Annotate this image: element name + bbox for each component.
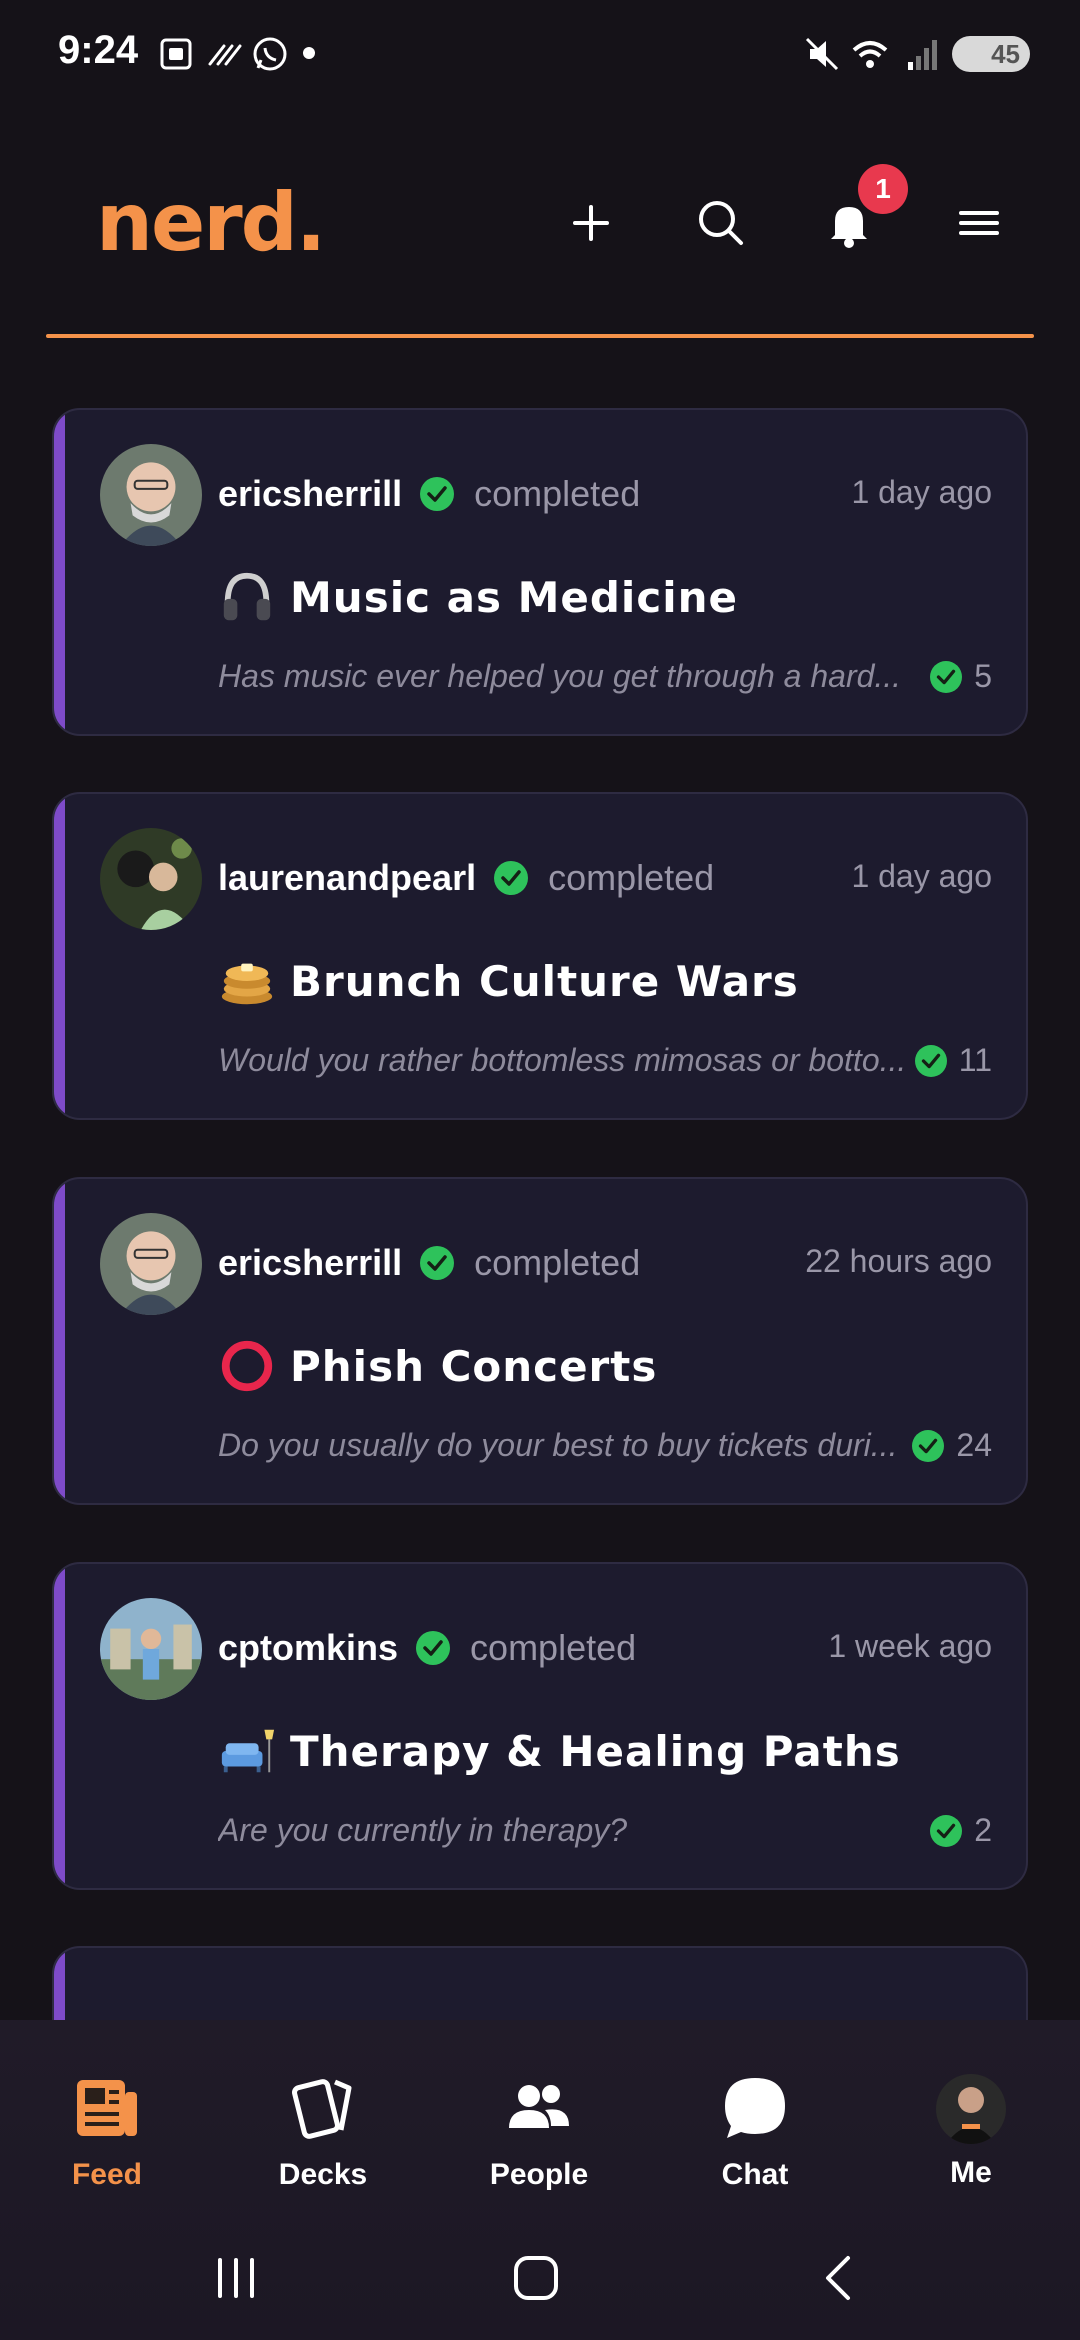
count-value: 11	[958, 1042, 992, 1078]
couch-lamp-icon	[218, 1722, 276, 1780]
feed-card[interactable]: laurenandpearl completed 1 day ago Brunc…	[52, 792, 1028, 1120]
back-icon	[826, 2256, 850, 2300]
feed-card[interactable]	[52, 1946, 1028, 2020]
app-logo[interactable]: nerd.	[96, 176, 326, 269]
feed-card[interactable]: ericsherrill completed 1 day ago Music a…	[52, 408, 1028, 736]
screenshot-icon	[156, 34, 196, 74]
chat-icon	[725, 2078, 785, 2138]
status-bar: 9:24 45	[0, 0, 1080, 110]
feed-icon	[77, 2080, 137, 2136]
battery-indicator: 45	[952, 36, 1030, 72]
status-text: completed	[548, 857, 715, 898]
check-circle-icon	[930, 1814, 963, 1847]
check-circle-icon	[930, 660, 963, 693]
verified-check-icon	[420, 477, 455, 511]
system-navigation	[0, 2220, 1080, 2340]
user-avatar[interactable]	[100, 828, 202, 930]
deck-title[interactable]: Therapy & Healing Paths	[290, 1727, 901, 1776]
people-icon	[509, 2085, 569, 2128]
username[interactable]: laurenandpearl	[218, 857, 476, 899]
user-avatar[interactable]	[100, 1598, 202, 1700]
signal-wave-icon	[204, 34, 244, 74]
check-circle-icon	[914, 1044, 947, 1077]
count-value: 2	[974, 1812, 992, 1848]
whatsapp-icon	[250, 34, 290, 74]
menu-button[interactable]	[946, 190, 1012, 256]
status-text: completed	[474, 473, 641, 514]
nav-decks[interactable]: Decks	[238, 2070, 408, 2220]
timestamp: 22 hours ago	[805, 1243, 992, 1279]
user-avatar[interactable]	[100, 444, 202, 546]
timestamp: 1 day ago	[851, 858, 992, 894]
verified-check-icon	[494, 861, 529, 895]
username[interactable]: cptomkins	[218, 1627, 398, 1669]
home-icon	[514, 2256, 558, 2300]
nav-feed[interactable]: Feed	[22, 2070, 192, 2220]
deck-description: Are you currently in therapy?	[218, 1812, 628, 1848]
feed-card[interactable]: cptomkins completed 1 week ago Therapy &…	[52, 1562, 1028, 1890]
decks-icon	[292, 2079, 352, 2139]
back-button[interactable]	[810, 2248, 870, 2308]
completion-count: 11	[914, 1042, 992, 1079]
recents-icon	[218, 2258, 254, 2298]
avatar	[936, 2074, 1006, 2144]
card-accent-bar	[54, 1179, 65, 1503]
recent-apps-button[interactable]	[206, 2248, 266, 2308]
timestamp: 1 week ago	[828, 1628, 992, 1664]
nav-label: Feed	[71, 2158, 143, 2191]
dot-icon	[302, 46, 316, 60]
add-button[interactable]	[558, 190, 624, 256]
username[interactable]: ericsherrill	[218, 1242, 402, 1284]
nav-people[interactable]: People	[454, 2070, 624, 2220]
card-accent-bar	[54, 1564, 65, 1888]
search-icon	[699, 201, 743, 245]
card-accent-bar	[54, 410, 65, 734]
nav-label: People	[489, 2158, 589, 2191]
mute-icon	[802, 34, 842, 74]
verified-check-icon	[416, 1631, 451, 1665]
app-header: nerd.	[0, 150, 1080, 300]
verified-check-icon	[420, 1246, 455, 1280]
notification-badge: 1	[858, 164, 908, 214]
username[interactable]: ericsherrill	[218, 473, 402, 515]
search-button[interactable]	[688, 190, 754, 256]
deck-title[interactable]: Phish Concerts	[290, 1342, 657, 1391]
wifi-icon	[850, 34, 890, 74]
timestamp: 1 day ago	[851, 474, 992, 510]
feed-list[interactable]: ericsherrill completed 1 day ago Music a…	[0, 0, 1080, 2020]
home-button[interactable]	[506, 2248, 566, 2308]
completion-count: 2	[930, 1812, 992, 1849]
completion-count: 24	[912, 1427, 992, 1464]
count-value: 24	[956, 1427, 992, 1463]
status-time: 9:24	[58, 28, 139, 72]
status-text: completed	[474, 1242, 641, 1283]
nav-chat[interactable]: Chat	[670, 2070, 840, 2220]
deck-title[interactable]: Music as Medicine	[290, 573, 738, 622]
cell-signal-icon	[904, 34, 944, 74]
nav-label: Me	[950, 2156, 992, 2189]
header-divider	[46, 334, 1034, 338]
pancakes-icon	[218, 952, 276, 1010]
headphones-icon	[218, 568, 276, 626]
nav-me[interactable]: Me	[886, 2070, 1056, 2220]
nav-label: Chat	[721, 2158, 789, 2191]
hamburger-menu-icon	[959, 211, 999, 235]
status-text: completed	[470, 1627, 637, 1668]
deck-description: Would you rather bottomless mimosas or b…	[218, 1042, 907, 1078]
red-ring-icon	[218, 1337, 276, 1395]
count-value: 5	[974, 658, 992, 694]
check-circle-icon	[912, 1429, 945, 1462]
deck-description: Has music ever helped you get through a …	[218, 658, 902, 694]
card-accent-bar	[54, 1948, 65, 2020]
feed-card[interactable]: ericsherrill completed 22 hours ago Phis…	[52, 1177, 1028, 1505]
user-avatar[interactable]	[100, 1213, 202, 1315]
plus-icon	[573, 205, 609, 241]
completion-count: 5	[930, 658, 992, 695]
nav-label: Decks	[278, 2158, 368, 2191]
deck-description: Do you usually do your best to buy ticke…	[218, 1427, 898, 1463]
deck-title[interactable]: Brunch Culture Wars	[290, 957, 799, 1006]
card-accent-bar	[54, 794, 65, 1118]
screen: ericsherrill completed 1 day ago Music a…	[0, 0, 1080, 2340]
